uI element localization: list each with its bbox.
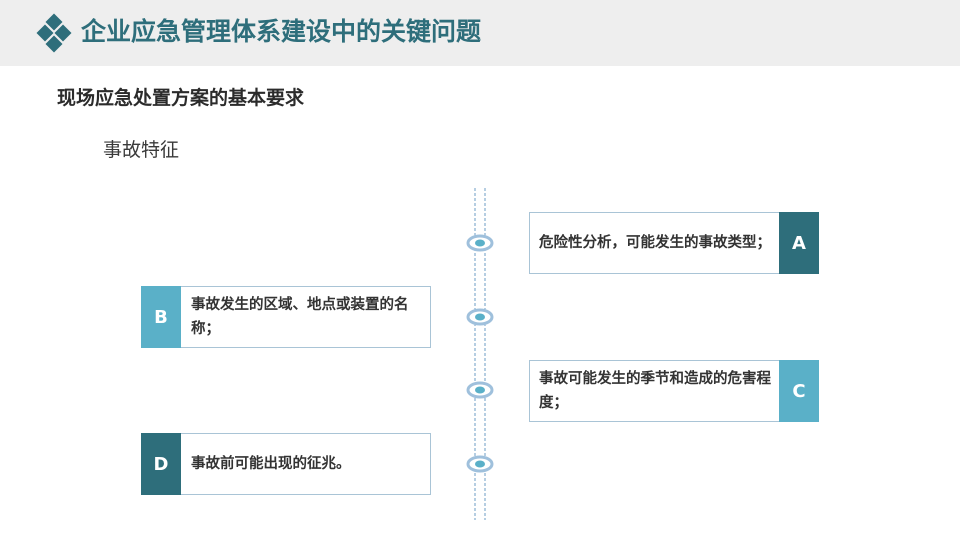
item-text: 事故可能发生的季节和造成的危害程度；	[539, 371, 771, 411]
item-badge: C	[779, 360, 819, 422]
item-badge: D	[141, 433, 181, 495]
item-card-c: 事故可能发生的季节和造成的危害程度； C	[529, 360, 819, 422]
item-text: 事故发生的区域、地点或装置的名称；	[191, 297, 409, 337]
item-card-d: D 事故前可能出现的征兆。	[141, 433, 431, 495]
item-badge: A	[779, 212, 819, 274]
item-card-a: 危险性分析，可能发生的事故类型； A	[529, 212, 819, 274]
item-card-b: B 事故发生的区域、地点或装置的名称；	[141, 286, 431, 348]
item-text: 事故前可能出现的征兆。	[191, 456, 351, 472]
timeline-node	[466, 455, 494, 473]
timeline-node	[466, 308, 494, 326]
item-text: 危险性分析，可能发生的事故类型；	[539, 235, 771, 251]
item-badge: B	[141, 286, 181, 348]
timeline-node	[466, 381, 494, 399]
timeline-node	[466, 234, 494, 252]
